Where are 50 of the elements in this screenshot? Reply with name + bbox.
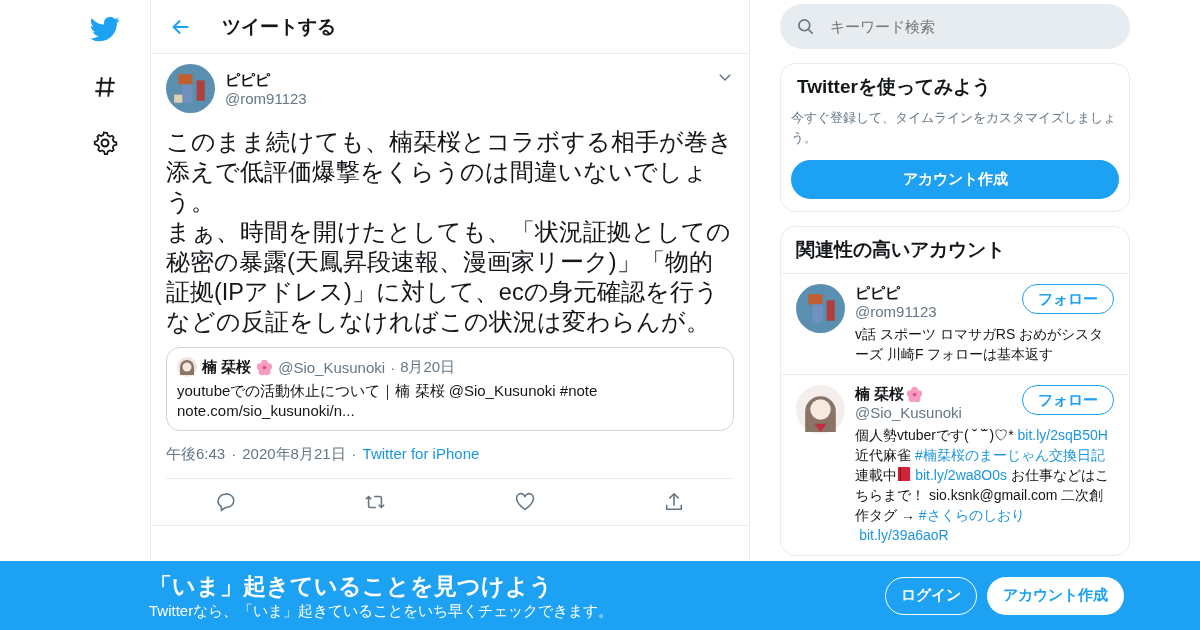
quoted-tweet-card[interactable]: 楠 栞桜 @Sio_Kusunoki · 8月20日 youtubeでの活動休止について｜楠 栞桜 @Sio_Kusunoki #note note.com/sio_kusunoki/n...: [166, 347, 734, 431]
account-bio: 個人勢vtuberです( ˘ ˘̆ )♡* bit.ly/2sqB50H 近代麻雀 #楠栞桜のまーじゃん交換日記 連載中 bit.ly/2wa8O0s お仕事などはこちらまで！ sio.ksnk@gmail.com 二次創作タグ → #さくらのしおり bit.ly/39a6aoR: [855, 426, 1110, 545]
tweet-text: このまま続けても、楠栞桜とコラボする相手が巻き添えで低評価爆撃をくらうのは間違いないでしょう。: [166, 128, 734, 217]
bio-link[interactable]: bit.ly/39a6aoR: [859, 527, 949, 543]
page-title: ツイートする: [222, 14, 336, 39]
avatar: [177, 357, 197, 377]
create-account-button[interactable]: アカウント作成: [987, 576, 1124, 615]
card-text: 今すぐ登録して、タイムラインをカスタマイズしましょう。: [791, 109, 1117, 147]
settings-icon[interactable]: [92, 130, 118, 156]
separator-dot: ·: [351, 445, 357, 464]
avatar: [166, 64, 215, 113]
tweet-text: まぁ、時間を開けたとしても、「状況証拠としての秘密の暴露(天鳳昇段速報、漫画家リーク)」「物的証拠(IPアドレス)」に対して、ecの身元確認を行うなどの反証をしなければこの状況は変わらんが。: [166, 218, 732, 337]
follow-button[interactable]: フォロー: [1022, 284, 1114, 314]
hashtag-icon[interactable]: [92, 74, 118, 100]
create-account-button[interactable]: アカウント作成: [791, 160, 1119, 199]
account-name: 楠 栞桜: [855, 385, 905, 404]
account-handle: @Sio_Kusunoki: [855, 404, 963, 421]
banner-title: 「いま」起きていることを見つけよう: [149, 571, 554, 601]
bird-logo-icon[interactable]: [90, 14, 120, 44]
bio-link[interactable]: bit.ly/2wa8O0s: [915, 467, 1007, 483]
bio-link[interactable]: #楠栞桜のまーじゃん交換日記: [914, 447, 1105, 463]
heart-icon[interactable]: [513, 491, 536, 513]
reply-icon[interactable]: [214, 491, 237, 513]
book-icon: [897, 466, 911, 482]
tweet-date: 2020年8月21日: [242, 445, 346, 464]
flower-icon: [906, 386, 924, 403]
avatar: [796, 385, 845, 434]
author-name: ピピピ: [225, 70, 272, 90]
card-title: Twitterを使ってみよう: [796, 75, 992, 99]
account-handle: @rom91123: [855, 303, 938, 320]
quoted-date: 8月20日: [400, 357, 456, 377]
account-name: ピピピ: [855, 284, 900, 303]
avatar: [796, 284, 845, 333]
quoted-text: youtubeでの活動休止について｜楠 栞桜 @Sio_Kusunoki #note note.com/sio_kusunoki/n...: [177, 381, 599, 421]
banner-text: Twitterなら、「いま」起きていることをいち早くチェックできます。: [149, 601, 615, 621]
separator-dot: ·: [390, 358, 396, 376]
account-bio: v話 スポーツ ロマサガRS おめがシスターズ 川崎F フォローは基本返す: [855, 325, 1105, 364]
author-handle: @rom91123: [225, 89, 308, 107]
card-title: 関連性の高いアカウント: [781, 227, 1129, 274]
bio-link[interactable]: bit.ly/2sqB50H: [1017, 427, 1108, 443]
quoted-author-handle: @Sio_Kusunoki: [278, 358, 386, 376]
bio-link[interactable]: #さくらのしおり: [918, 507, 1025, 523]
follow-button[interactable]: フォロー: [1022, 385, 1114, 415]
quoted-author-name: 楠 栞桜: [202, 357, 252, 377]
search-icon: [796, 17, 816, 37]
tweet-time: 午後6:43: [166, 445, 226, 464]
separator-dot: ·: [231, 445, 237, 464]
flower-icon: [256, 358, 274, 376]
source-link[interactable]: Twitter for iPhone: [362, 445, 480, 464]
search-field[interactable]: キーワード検索: [780, 4, 1130, 49]
